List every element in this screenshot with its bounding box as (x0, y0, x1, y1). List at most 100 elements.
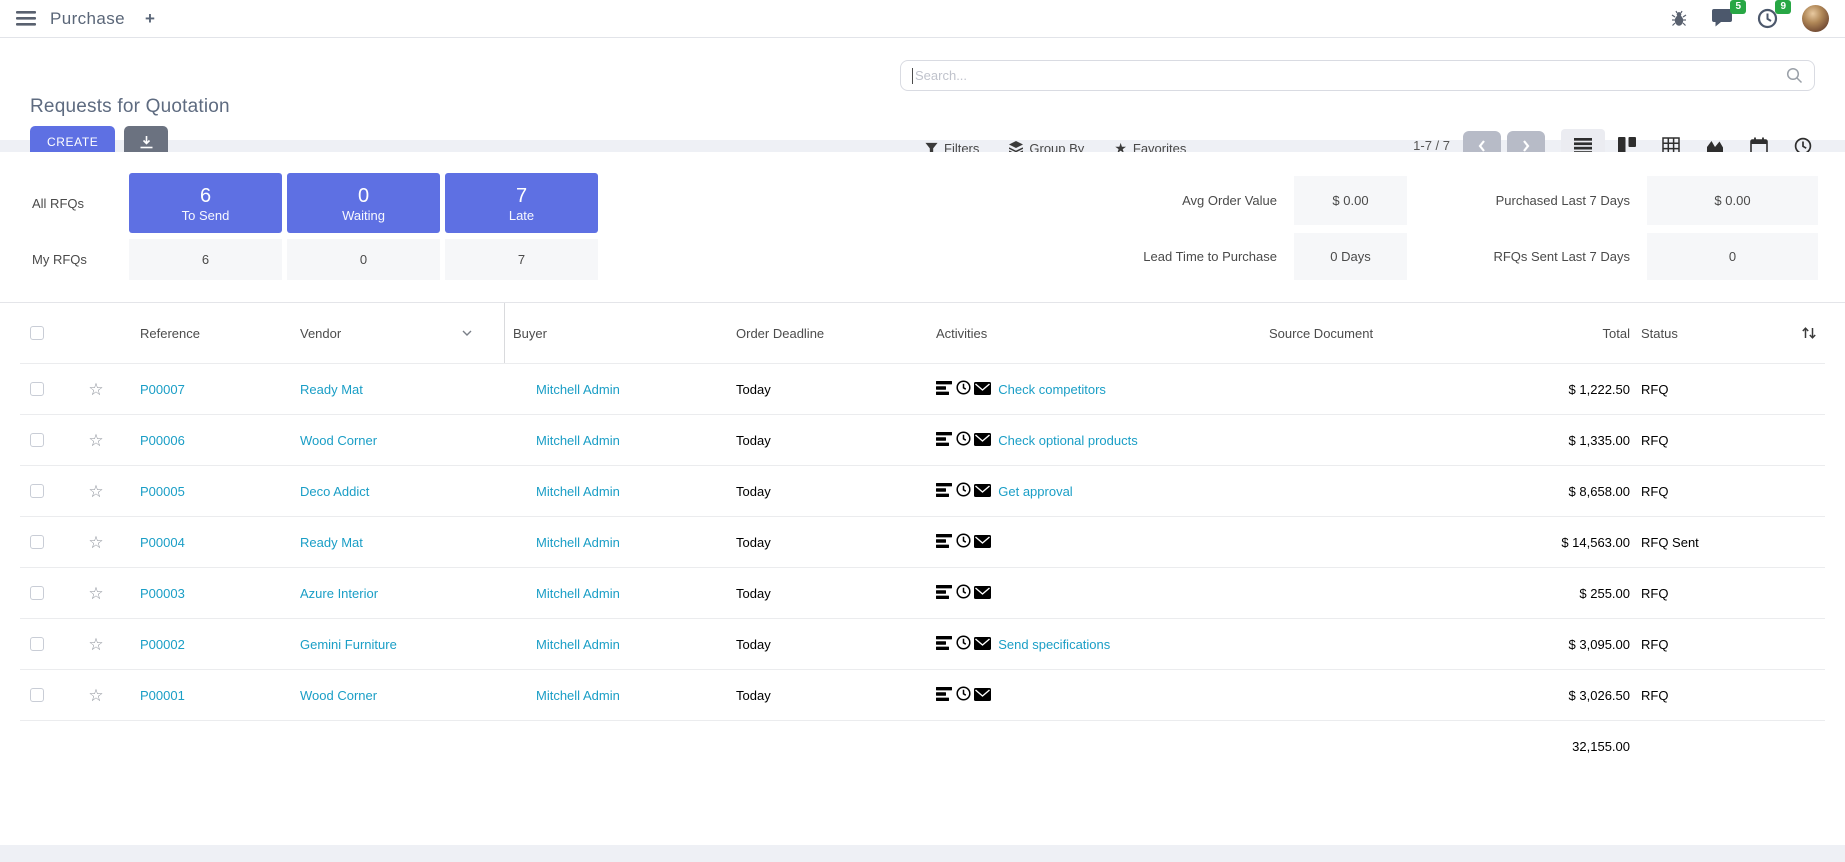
table-row[interactable]: ☆ P00002 Gemini Furniture Mitchell Admin… (20, 618, 1825, 669)
table-row[interactable]: ☆ P00005 Deco Addict Mitchell Admin Toda… (20, 465, 1825, 516)
activity-type-icon[interactable] (936, 635, 991, 653)
download-icon (139, 135, 154, 149)
buyer-link[interactable]: Mitchell Admin (536, 484, 620, 499)
buyer-link[interactable]: Mitchell Admin (536, 382, 620, 397)
activity-type-icon[interactable] (936, 686, 991, 704)
vendor-link[interactable]: Wood Corner (300, 688, 377, 703)
favorite-star-icon[interactable]: ☆ (88, 585, 103, 602)
buyer-link[interactable]: Mitchell Admin (536, 688, 620, 703)
column-header-vendor[interactable]: Vendor (290, 303, 505, 363)
reference-link[interactable]: P00004 (140, 535, 185, 550)
row-checkbox[interactable] (30, 484, 44, 498)
messages-icon[interactable]: 5 (1711, 8, 1733, 29)
buyer-link[interactable]: Mitchell Admin (536, 637, 620, 652)
kpi-card-waiting[interactable]: 0 Waiting (287, 173, 440, 233)
status-badge[interactable]: RFQ (1641, 586, 1668, 601)
activity-link[interactable]: Check competitors (998, 382, 1106, 397)
status-badge[interactable]: RFQ (1641, 433, 1668, 448)
reference-link[interactable]: P00007 (140, 382, 185, 397)
buyer-link[interactable]: Mitchell Admin (536, 535, 620, 550)
row-checkbox[interactable] (30, 382, 44, 396)
column-header-source[interactable]: Source Document (1255, 326, 1540, 341)
user-avatar[interactable] (1802, 5, 1829, 32)
column-header-status[interactable]: Status (1630, 326, 1745, 341)
activity-link[interactable]: Get approval (998, 484, 1072, 499)
favorite-star-icon[interactable]: ☆ (88, 534, 103, 551)
new-tab-button[interactable]: + (145, 9, 155, 29)
vendor-link[interactable]: Ready Mat (300, 382, 363, 397)
row-checkbox[interactable] (30, 586, 44, 600)
table-row[interactable]: ☆ P00007 Ready Mat Mitchell Admin Today … (20, 363, 1825, 414)
column-header-reference[interactable]: Reference (130, 326, 290, 341)
favorite-star-icon[interactable]: ☆ (88, 687, 103, 704)
activities-count-badge: 9 (1775, 0, 1791, 14)
main-panel: All RFQs My RFQs 6 To Send 0 Waiting 7 L… (0, 152, 1845, 845)
column-header-deadline[interactable]: Order Deadline (730, 326, 930, 341)
my-to-send-cell[interactable]: 6 (129, 239, 282, 280)
favorite-star-icon[interactable]: ☆ (88, 483, 103, 500)
buyer-link[interactable]: Mitchell Admin (536, 586, 620, 601)
table-row[interactable]: ☆ P00004 Ready Mat Mitchell Admin Today (20, 516, 1825, 567)
reference-link[interactable]: P00002 (140, 637, 185, 652)
hamburger-menu-icon[interactable] (16, 11, 36, 26)
activity-type-icon[interactable] (936, 584, 991, 602)
activities-clock-icon[interactable]: 9 (1757, 8, 1778, 29)
avg-order-value: $ 0.00 (1294, 176, 1407, 225)
activity-type-icon[interactable] (936, 380, 991, 398)
select-all-checkbox[interactable] (30, 326, 44, 340)
activity-link[interactable]: Check optional products (998, 433, 1137, 448)
row-checkbox[interactable] (30, 688, 44, 702)
activity-type-icon[interactable] (936, 431, 991, 449)
table-row[interactable]: ☆ P00006 Wood Corner Mitchell Admin Toda… (20, 414, 1825, 465)
vendor-link[interactable]: Wood Corner (300, 433, 377, 448)
column-header-activities[interactable]: Activities (930, 326, 1255, 341)
my-waiting-cell[interactable]: 0 (287, 239, 440, 280)
kpi-card-late[interactable]: 7 Late (445, 173, 598, 233)
activity-type-icon[interactable] (936, 482, 991, 500)
reference-link[interactable]: P00005 (140, 484, 185, 499)
kpi-card-to-send[interactable]: 6 To Send (129, 173, 282, 233)
buyer-link[interactable]: Mitchell Admin (536, 433, 620, 448)
activity-link[interactable]: Send specifications (998, 637, 1110, 652)
page-title: Requests for Quotation (30, 96, 230, 118)
column-header-buyer[interactable]: Buyer (505, 326, 730, 341)
column-header-total[interactable]: Total (1540, 326, 1630, 341)
debug-bug-icon[interactable] (1671, 10, 1687, 27)
row-checkbox[interactable] (30, 535, 44, 549)
buyer-avatar (513, 585, 530, 602)
favorite-star-icon[interactable]: ☆ (88, 432, 103, 449)
my-late-cell[interactable]: 7 (445, 239, 598, 280)
status-badge[interactable]: RFQ (1641, 484, 1668, 499)
search-icon[interactable] (1786, 67, 1803, 84)
favorite-star-icon[interactable]: ☆ (88, 381, 103, 398)
status-badge[interactable]: RFQ (1641, 688, 1668, 703)
row-checkbox[interactable] (30, 433, 44, 447)
status-badge[interactable]: RFQ (1641, 637, 1668, 652)
status-badge[interactable]: RFQ (1641, 382, 1668, 397)
reference-link[interactable]: P00006 (140, 433, 185, 448)
favorite-star-icon[interactable]: ☆ (88, 636, 103, 653)
status-badge[interactable]: RFQ Sent (1641, 535, 1699, 550)
purchase-app-window: Purchase + 5 9 Requests for Quotation CR… (0, 0, 1845, 862)
vendor-link[interactable]: Gemini Furniture (300, 637, 397, 652)
activity-type-icon[interactable] (936, 533, 991, 551)
row-checkbox[interactable] (30, 637, 44, 651)
rfqs-sent-value: 0 (1647, 233, 1818, 280)
purchased-last-7-days-label: Purchased Last 7 Days (1410, 176, 1630, 225)
vendor-link[interactable]: Azure Interior (300, 586, 378, 601)
purchase-dashboard: All RFQs My RFQs 6 To Send 0 Waiting 7 L… (0, 152, 1845, 302)
reference-link[interactable]: P00003 (140, 586, 185, 601)
purchased-last-7-days: $ 0.00 (1647, 176, 1818, 225)
app-title[interactable]: Purchase (50, 9, 125, 29)
table-row[interactable]: ☆ P00003 Azure Interior Mitchell Admin T… (20, 567, 1825, 618)
table-row[interactable]: ☆ P00001 Wood Corner Mitchell Admin Toda… (20, 669, 1825, 720)
search-input[interactable] (913, 68, 1786, 83)
search-bar[interactable] (900, 60, 1815, 91)
vendor-link[interactable]: Ready Mat (300, 535, 363, 550)
reference-link[interactable]: P00001 (140, 688, 185, 703)
grand-total: 32,155.00 (1572, 739, 1630, 754)
buyer-avatar (513, 483, 530, 500)
optional-columns-icon[interactable] (1801, 325, 1817, 341)
vendor-link[interactable]: Deco Addict (300, 484, 369, 499)
total-amount: $ 255.00 (1579, 586, 1630, 601)
